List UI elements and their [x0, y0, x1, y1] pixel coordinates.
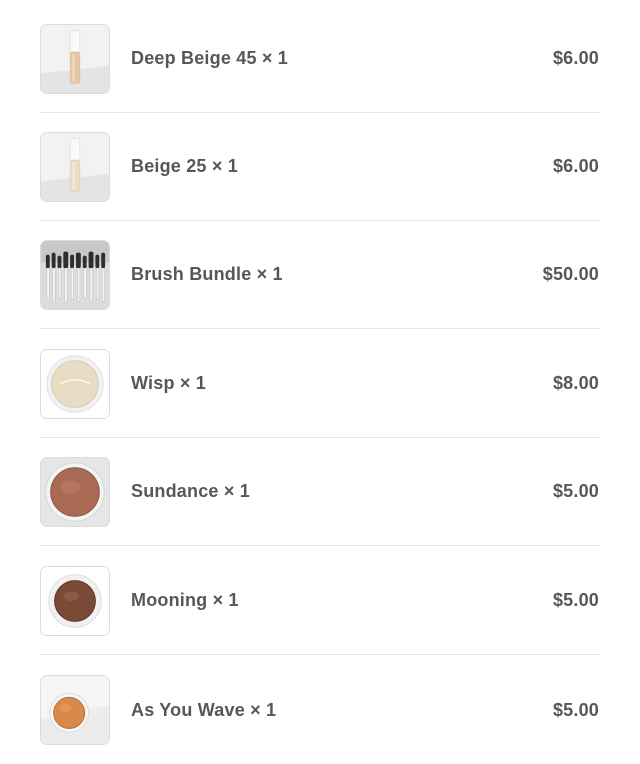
- item-price: $5.00: [552, 590, 599, 610]
- item-price: $6.00: [552, 48, 599, 68]
- eyeshadow-pan-icon: [41, 676, 109, 744]
- order-item-row[interactable]: Mooning × 1 $5.00: [40, 547, 601, 655]
- item-price: $50.00: [542, 264, 599, 284]
- order-item-row[interactable]: Beige 25 × 1 $6.00: [40, 113, 601, 221]
- item-name: Wisp × 1: [131, 373, 206, 393]
- eyeshadow-pan-icon: [41, 566, 109, 635]
- item-name: Beige 25 × 1: [131, 156, 238, 176]
- item-price: $5.00: [552, 699, 599, 720]
- item-name: Mooning × 1: [131, 590, 239, 610]
- item-name: As You Wave × 1: [131, 699, 277, 720]
- item-price: $8.00: [552, 373, 599, 393]
- product-thumbnail-beige: [40, 131, 110, 202]
- concealer-tube-icon: [41, 132, 109, 201]
- highlighter-pan-icon: [41, 349, 109, 418]
- item-price: $5.00: [552, 481, 599, 501]
- concealer-tube-icon: [41, 24, 109, 93]
- order-item-row[interactable]: Sundance × 1 $5.00: [40, 438, 601, 546]
- product-thumbnail-brush-bundle: [40, 239, 110, 310]
- item-name: Deep Beige 45 × 1: [131, 48, 288, 68]
- product-thumbnail-wisp: [40, 348, 110, 419]
- order-item-row[interactable]: Wisp × 1 $8.00: [40, 330, 601, 438]
- product-thumbnail-deep-beige: [40, 23, 110, 94]
- item-price: $6.00: [552, 156, 599, 176]
- eyeshadow-pan-icon: [41, 457, 109, 526]
- order-item-row[interactable]: Brush Bundle × 1 $50.00: [40, 221, 601, 329]
- product-thumbnail-as-you-wave: [40, 675, 110, 745]
- product-thumbnail-mooning: [40, 565, 110, 636]
- brush-set-icon: [41, 240, 109, 309]
- order-item-row[interactable]: Deep Beige 45 × 1 $6.00: [40, 5, 601, 113]
- item-name: Brush Bundle × 1: [131, 264, 283, 284]
- order-item-row[interactable]: As You Wave × 1 $5.00: [40, 656, 601, 764]
- item-name: Sundance × 1: [131, 481, 250, 501]
- product-thumbnail-sundance: [40, 456, 110, 527]
